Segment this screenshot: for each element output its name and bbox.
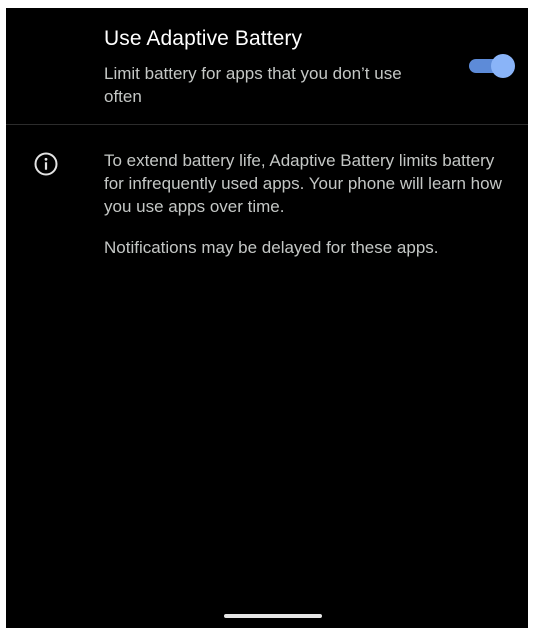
info-footer: To extend battery life, Adaptive Battery… (104, 149, 516, 259)
adaptive-battery-toggle[interactable] (467, 52, 515, 80)
settings-screen: Use Adaptive Battery Limit battery for a… (6, 8, 528, 628)
toggle-thumb (491, 54, 515, 78)
gesture-navigation-bar[interactable] (224, 614, 322, 618)
info-paragraph-limits: To extend battery life, Adaptive Battery… (104, 151, 502, 216)
divider (6, 124, 528, 125)
adaptive-battery-setting[interactable]: Use Adaptive Battery Limit battery for a… (6, 8, 528, 124)
info-paragraph-notifications: Notifications may be delayed for these a… (104, 238, 439, 257)
setting-title: Use Adaptive Battery (104, 27, 303, 50)
info-icon (33, 151, 59, 177)
setting-summary: Limit battery for apps that you don’t us… (104, 64, 402, 106)
